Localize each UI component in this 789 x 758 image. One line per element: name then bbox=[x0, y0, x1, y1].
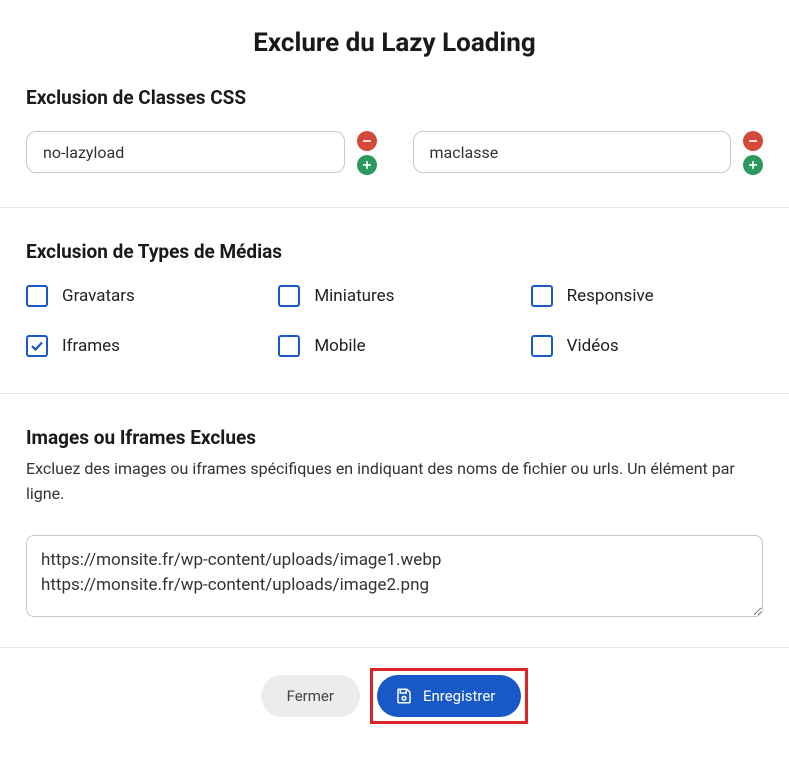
css-exclusion-section: Exclusion de Classes CSS bbox=[0, 86, 789, 207]
checkbox-box bbox=[531, 285, 553, 307]
checkbox-label: Gravatars bbox=[62, 286, 135, 306]
checkbox-label: Vidéos bbox=[567, 336, 619, 356]
excluded-images-section: Images ou Iframes Exclues Excluez des im… bbox=[0, 394, 789, 647]
modal-container: Exclure du Lazy Loading Exclusion de Cla… bbox=[0, 0, 789, 748]
remove-class-button-0[interactable] bbox=[357, 131, 377, 151]
remove-class-button-1[interactable] bbox=[743, 131, 763, 151]
media-grid: Gravatars Miniatures Responsive Iframes bbox=[26, 285, 763, 357]
checkbox-iframes[interactable]: Iframes bbox=[26, 335, 258, 357]
save-button-highlight: Enregistrer bbox=[370, 668, 528, 724]
css-exclusion-heading: Exclusion de Classes CSS bbox=[26, 86, 763, 109]
checkbox-label: Responsive bbox=[567, 286, 654, 306]
save-icon bbox=[395, 687, 413, 705]
save-button-label: Enregistrer bbox=[423, 687, 495, 705]
checkbox-box bbox=[26, 285, 48, 307]
check-icon bbox=[30, 339, 44, 353]
checkbox-gravatars[interactable]: Gravatars bbox=[26, 285, 258, 307]
checkbox-miniatures[interactable]: Miniatures bbox=[278, 285, 510, 307]
footer: Fermer Enregistrer bbox=[0, 648, 789, 748]
plus-icon bbox=[362, 160, 372, 170]
checkbox-mobile[interactable]: Mobile bbox=[278, 335, 510, 357]
close-button[interactable]: Fermer bbox=[261, 675, 360, 717]
css-exclusion-row bbox=[26, 131, 763, 207]
checkbox-box bbox=[278, 335, 300, 357]
add-class-button-1[interactable] bbox=[743, 155, 763, 175]
checkbox-box bbox=[26, 335, 48, 357]
minus-icon bbox=[748, 136, 758, 146]
checkbox-videos[interactable]: Vidéos bbox=[531, 335, 763, 357]
excluded-images-heading: Images ou Iframes Exclues bbox=[26, 426, 763, 449]
css-class-input-0[interactable] bbox=[26, 131, 345, 173]
plus-icon bbox=[748, 160, 758, 170]
checkbox-label: Mobile bbox=[314, 336, 365, 356]
css-input-group-1 bbox=[413, 131, 764, 175]
page-title: Exclure du Lazy Loading bbox=[0, 0, 789, 86]
save-button[interactable]: Enregistrer bbox=[377, 675, 521, 717]
media-exclusion-heading: Exclusion de Types de Médias bbox=[26, 240, 763, 263]
css-input-group-0 bbox=[26, 131, 377, 175]
add-class-button-0[interactable] bbox=[357, 155, 377, 175]
minus-icon bbox=[362, 136, 372, 146]
checkbox-box bbox=[531, 335, 553, 357]
checkbox-label: Miniatures bbox=[314, 286, 394, 306]
excluded-images-description: Excluez des images ou iframes spécifique… bbox=[26, 457, 763, 507]
checkbox-responsive[interactable]: Responsive bbox=[531, 285, 763, 307]
media-exclusion-section: Exclusion de Types de Médias Gravatars M… bbox=[0, 208, 789, 393]
css-class-input-1[interactable] bbox=[413, 131, 732, 173]
checkbox-box bbox=[278, 285, 300, 307]
excluded-images-textarea[interactable] bbox=[26, 535, 763, 617]
input-controls-0 bbox=[357, 131, 377, 175]
checkbox-label: Iframes bbox=[62, 336, 120, 356]
input-controls-1 bbox=[743, 131, 763, 175]
